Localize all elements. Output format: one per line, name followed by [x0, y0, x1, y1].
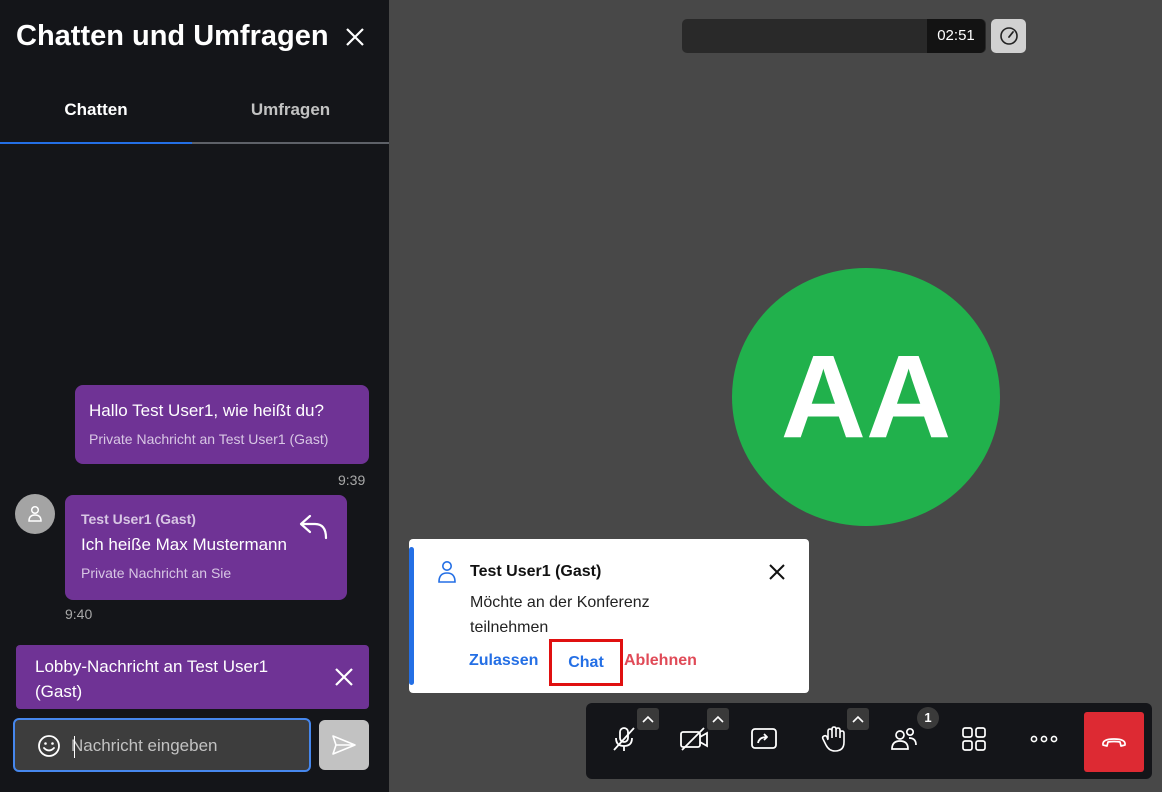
conference-timer: 02:51 [927, 19, 985, 53]
tab-chat[interactable]: Chatten [0, 92, 192, 144]
participants-count-badge: 1 [917, 707, 939, 729]
chat-button[interactable]: Chat [549, 639, 623, 686]
tab-polls[interactable]: Umfragen [192, 92, 389, 144]
message-privacy-note: Private Nachricht an Test User1 (Gast) [89, 431, 329, 447]
screen-share-icon [751, 728, 777, 749]
outgoing-message: Hallo Test User1, wie heißt du? Private … [75, 385, 369, 464]
chevron-up-icon [712, 715, 724, 723]
camera-off-icon [680, 727, 708, 751]
notification-title: Test User1 (Gast) [470, 563, 602, 580]
notification-message: Möchte an der Konferenz teilnehmen [470, 594, 650, 636]
text-caret [74, 736, 75, 758]
hangup-icon [1102, 738, 1126, 747]
connection-indicator-button[interactable] [991, 19, 1026, 53]
tile-view-button[interactable] [950, 715, 998, 763]
video-settings-toggle[interactable] [707, 708, 729, 730]
message-input-box [13, 718, 311, 772]
message-privacy-note: Private Nachricht an Sie [81, 565, 232, 581]
lobby-notification: Test User1 (Gast) Möchte an der Konferen… [409, 539, 809, 693]
message-text: Ich heiße Max Mustermann [81, 535, 287, 554]
user-icon [438, 561, 456, 583]
participants-icon [891, 727, 917, 750]
reply-icon[interactable] [298, 512, 330, 542]
message-text: Hallo Test User1, wie heißt du? [89, 401, 324, 420]
speedometer-icon [999, 27, 1018, 45]
lobby-banner-text: Lobby-Nachricht an Test User1 (Gast) [35, 657, 269, 701]
more-button[interactable] [1020, 715, 1068, 763]
emoji-icon[interactable] [37, 734, 61, 758]
tab-bar: Chatten Umfragen [0, 92, 389, 144]
close-icon[interactable] [768, 563, 786, 581]
reject-button[interactable]: Ablehnen [624, 652, 697, 670]
send-button[interactable] [319, 720, 369, 770]
close-icon[interactable] [344, 26, 366, 48]
raise-hand-icon [821, 726, 845, 752]
conference-toolbar [586, 703, 1152, 779]
screen-share-button[interactable] [740, 715, 788, 763]
chevron-up-icon [642, 715, 654, 723]
audio-settings-toggle[interactable] [637, 708, 659, 730]
tile-view-icon [962, 727, 986, 751]
send-icon [332, 735, 356, 755]
hangup-button[interactable] [1084, 712, 1144, 772]
chat-sidebar: Chatten und Umfragen Chatten Umfragen Ha… [0, 0, 389, 792]
microphone-muted-icon [613, 727, 635, 751]
participant-avatar: AA [732, 268, 1000, 526]
sidebar-title: Chatten und Umfragen [16, 20, 329, 52]
lobby-message-banner: Lobby-Nachricht an Test User1 (Gast) [16, 645, 369, 709]
message-time: 9:39 [338, 472, 366, 488]
close-icon[interactable] [333, 666, 355, 688]
message-sender: Test User1 (Gast) [81, 511, 196, 527]
message-input[interactable] [71, 729, 301, 763]
avatar [15, 494, 55, 534]
user-icon [28, 505, 42, 522]
notification-accent-bar [409, 547, 414, 685]
message-time: 9:40 [65, 606, 93, 622]
admit-button[interactable]: Zulassen [469, 652, 538, 670]
incoming-message: Test User1 (Gast) Ich heiße Max Musterma… [65, 495, 347, 600]
reactions-toggle[interactable] [847, 708, 869, 730]
chevron-up-icon [852, 715, 864, 723]
more-icon [1030, 735, 1058, 743]
